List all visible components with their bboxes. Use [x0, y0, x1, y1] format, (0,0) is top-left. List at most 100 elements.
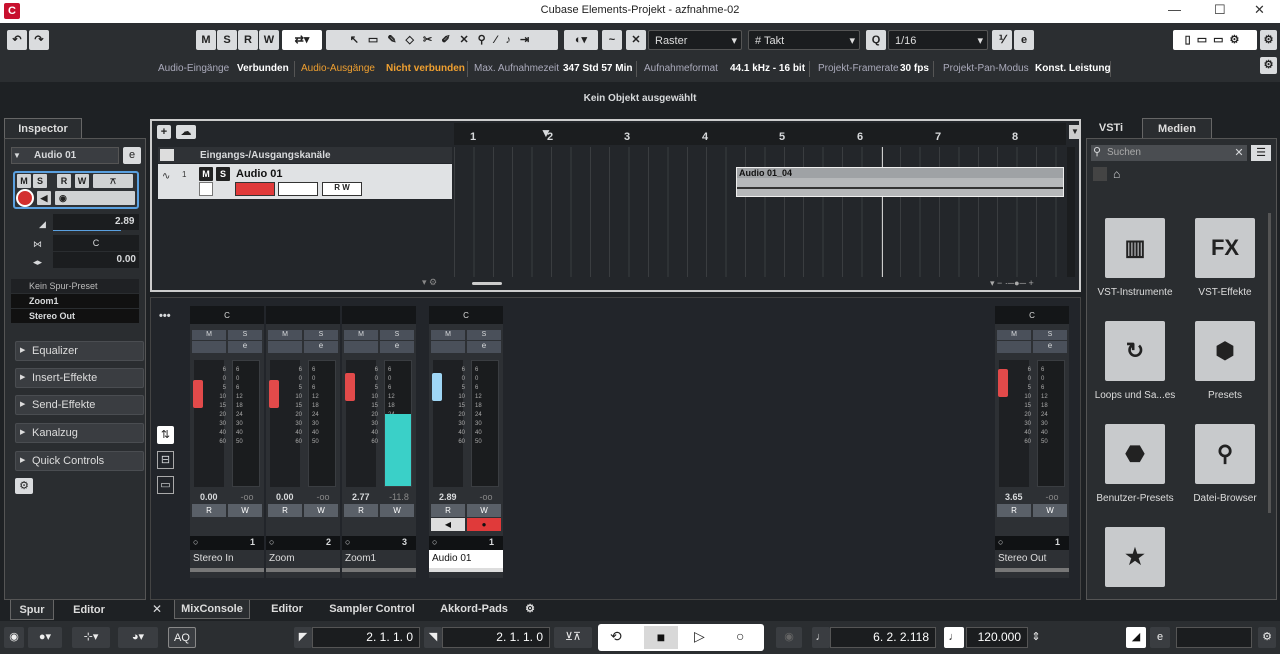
list-view-icon[interactable]: ☰ [1251, 145, 1271, 161]
solo-button[interactable]: S [33, 174, 47, 188]
loops-samples-icon[interactable]: ↻ [1105, 321, 1165, 381]
record-enable-button[interactable] [16, 189, 34, 207]
solo-button[interactable]: S [216, 167, 230, 181]
channel-name[interactable]: Zoom [266, 550, 340, 572]
tab-inspector[interactable]: Inspector [4, 118, 82, 138]
output-routing[interactable]: Stereo Out [11, 309, 139, 323]
track-checkbox[interactable] [199, 182, 213, 196]
settings-icon[interactable]: ⚙ [1260, 30, 1277, 50]
solo-button[interactable]: S [217, 30, 237, 50]
punch-in-out-icon[interactable]: ⊻⊼ [554, 627, 592, 648]
mute-button[interactable]: M [997, 330, 1031, 340]
mute-button[interactable]: M [192, 330, 226, 340]
user-presets-icon[interactable]: ⬣ [1105, 424, 1165, 484]
tab-editor[interactable]: Editor [260, 600, 314, 619]
tempo-field[interactable]: 120.000 [966, 627, 1028, 648]
read-button[interactable]: R [238, 30, 258, 50]
snap-toggle-icon[interactable]: ~ [602, 30, 622, 50]
fader-view-icon[interactable]: ⇅ [157, 426, 174, 444]
file-browser-icon[interactable]: ⚲ [1195, 424, 1255, 484]
home-icon[interactable]: ⌂ [1113, 167, 1120, 181]
pan-control[interactable]: C [995, 306, 1069, 324]
mute-button[interactable]: M [196, 30, 216, 50]
pan-control[interactable]: C [190, 306, 264, 324]
right-locator-icon[interactable]: ◥ [424, 627, 442, 648]
write-button[interactable]: W [228, 504, 262, 517]
tab-chord-pads[interactable]: Akkord-Pads [434, 600, 514, 619]
record-icon[interactable]: ○ [736, 628, 744, 644]
tab-track[interactable]: Spur [10, 600, 54, 620]
add-track-icon[interactable]: + [157, 125, 171, 139]
minimize-icon[interactable]: — [1168, 2, 1181, 17]
track-preset[interactable]: Kein Spur-Preset [11, 279, 139, 293]
solo-button[interactable]: S [380, 330, 414, 340]
stepper-icon[interactable]: ⇕ [1030, 627, 1042, 648]
tab-editor-left[interactable]: Editor [60, 600, 118, 620]
edit-icon[interactable]: e [304, 341, 338, 353]
pan-control[interactable] [342, 306, 416, 324]
tempo-track-icon[interactable]: ♩ [944, 627, 964, 648]
record-enable-button[interactable] [235, 182, 275, 196]
read-button[interactable]: R [192, 504, 226, 517]
punch-icon[interactable]: ⊹▾ [72, 627, 110, 648]
mixer-icon[interactable]: ⚻ [93, 174, 133, 188]
monitor-button[interactable]: ◀ [431, 518, 465, 531]
auto-quantize-button[interactable]: AQ [168, 627, 196, 648]
solo-button[interactable]: S [1033, 330, 1067, 340]
settings-icon[interactable]: ▾ ⚙ [422, 277, 437, 288]
listen-button[interactable] [344, 341, 378, 353]
volume-fader[interactable] [193, 380, 203, 408]
edit-icon[interactable]: e [467, 341, 501, 353]
read-write-buttons[interactable]: R W [322, 182, 362, 196]
record-enable-button[interactable]: ● [467, 518, 501, 531]
quantize-icon[interactable]: Q [866, 30, 886, 50]
marker-icon[interactable]: ◢ [1126, 627, 1146, 648]
grid-type-select[interactable]: Raster ▾ [648, 30, 742, 50]
media-scrollbar[interactable] [1268, 213, 1271, 513]
activity-icon[interactable]: ◉ [4, 627, 24, 648]
quantize-type-icon[interactable]: ⅟ [992, 30, 1012, 50]
vst-instruments-label[interactable]: VST-Instrumente [1090, 287, 1180, 298]
tab-vsti[interactable]: VSTi [1089, 118, 1133, 138]
monitor-edit-buttons[interactable] [278, 182, 318, 196]
left-locator-field[interactable]: 2. 1. 1. 0 [312, 627, 420, 648]
snap-mode-icon[interactable]: ◐▾ [564, 30, 598, 50]
edit-icon[interactable]: e [1033, 341, 1067, 353]
user-presets-label[interactable]: Benutzer-Presets [1090, 493, 1180, 504]
pan-control[interactable]: C [429, 306, 503, 324]
tab-mixconsole[interactable]: MixConsole [174, 600, 250, 619]
grid-snap-icon[interactable]: ✕ [626, 30, 646, 50]
listen-button[interactable] [268, 341, 302, 353]
tab-media[interactable]: Medien [1142, 118, 1212, 138]
write-button[interactable]: W [467, 504, 501, 517]
more-icon[interactable]: ••• [159, 310, 171, 322]
ruler-menu-icon[interactable]: ▼ [1069, 125, 1081, 139]
clear-search-icon[interactable]: ✕ [1231, 145, 1247, 161]
metronome-icon[interactable]: ◕▾ [118, 627, 158, 648]
vst-effects-label[interactable]: VST-Effekte [1180, 287, 1270, 298]
edit-icon[interactable]: e [380, 341, 414, 353]
right-locator-field[interactable]: 2. 1. 1. 0 [442, 627, 550, 648]
settings-icon[interactable]: ⚙ [1260, 57, 1277, 74]
vst-effects-icon[interactable]: FX [1195, 218, 1255, 278]
mute-button[interactable]: M [199, 167, 213, 181]
vertical-scrollbar[interactable] [1067, 147, 1075, 277]
add-folder-icon[interactable]: ☁ [176, 125, 196, 139]
left-locator-icon[interactable]: ◤ [294, 627, 312, 648]
search-input[interactable]: Suchen [1091, 145, 1231, 161]
quantize-select[interactable]: 1/16 ▾ [888, 30, 988, 50]
pan-control[interactable] [266, 306, 340, 324]
undo-icon[interactable]: ↶ [7, 30, 27, 50]
volume-fader[interactable] [432, 373, 442, 401]
presets-label[interactable]: Presets [1180, 390, 1270, 401]
volume-fader[interactable] [998, 369, 1008, 397]
edit-icon[interactable]: e [1014, 30, 1034, 50]
write-button[interactable]: W [1033, 504, 1067, 517]
read-button[interactable]: R [997, 504, 1031, 517]
ruler[interactable]: 1 2 3 4 5 6 7 8 ▼ [454, 123, 1066, 145]
listen-button[interactable] [431, 341, 465, 353]
cycle-icon[interactable]: ⟲ [610, 628, 622, 645]
loops-samples-label[interactable]: Loops und Sa...es [1090, 390, 1180, 401]
lanes-button[interactable]: ◉ [55, 191, 135, 205]
time-format-icon[interactable]: ♩ [812, 627, 830, 648]
